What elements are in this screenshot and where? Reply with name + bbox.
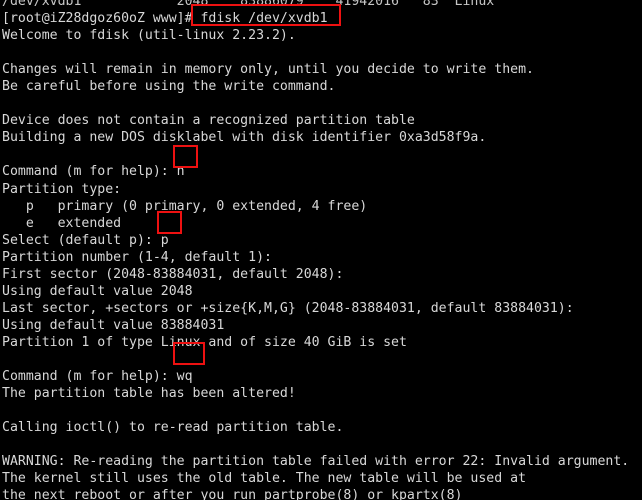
terminal-line-last-sector: Last sector, +sectors or +size{K,M,G} (2… (2, 300, 574, 316)
terminal-line-partition-type-extended: e extended (2, 215, 122, 231)
terminal-scroll-area: /dev/xvdb1 2048 83886079 41942016 83 Lin… (0, 0, 642, 500)
terminal-line-calling-ioctl: Calling ioctl() to re-read partition tab… (2, 420, 344, 436)
terminal-line-changes-notice: Changes will remain in memory only, unti… (2, 62, 534, 78)
terminal-line-partition-type-primary: p primary (0 primary, 0 extended, 4 free… (2, 198, 368, 214)
terminal-line-careful-notice: Be careful before using the write comman… (2, 79, 336, 95)
terminal-line-using-default-83884031: Using default value 83884031 (2, 317, 225, 333)
terminal-line-first-sector: First sector (2048-83884031, default 204… (2, 266, 344, 282)
terminal-line-command-prompt-n: Command (m for help): n (2, 164, 185, 180)
terminal-line-select-default-p: Select (default p): p (2, 232, 169, 248)
terminal-line-command-prompt-wq: Command (m for help): wq (2, 369, 193, 385)
terminal-line-partition-type-header: Partition type: (2, 181, 122, 197)
terminal-line-kernel-old-table: The kernel still uses the old table. The… (2, 471, 527, 487)
terminal-line-using-default-2048: Using default value 2048 (2, 283, 193, 299)
terminal-line-welcome: Welcome to fdisk (util-linux 2.23.2). (2, 28, 296, 44)
terminal-line-partition-set: Partition 1 of type Linux and of size 40… (2, 334, 407, 350)
terminal-line-fdisk-l-output: /dev/xvdb1 2048 83886079 41942016 83 Lin… (2, 0, 495, 9)
terminal-line-table-altered: The partition table has been altered! (2, 386, 296, 402)
terminal-line-no-partition-table: Device does not contain a recognized par… (2, 113, 415, 129)
terminal-line-next-reboot-partprobe: the next reboot or after you run partpro… (2, 488, 463, 500)
terminal-window[interactable]: /dev/xvdb1 2048 83886079 41942016 83 Lin… (0, 0, 642, 500)
terminal-line-building-disklabel: Building a new DOS disklabel with disk i… (2, 130, 487, 146)
terminal-line-warning-reread-failed: WARNING: Re-reading the partition table … (2, 454, 630, 470)
terminal-line-partition-number: Partition number (1-4, default 1): (2, 249, 272, 265)
terminal-line-command-fdisk: [root@iZ28dgoz60oZ www]# fdisk /dev/xvdb… (2, 11, 328, 27)
